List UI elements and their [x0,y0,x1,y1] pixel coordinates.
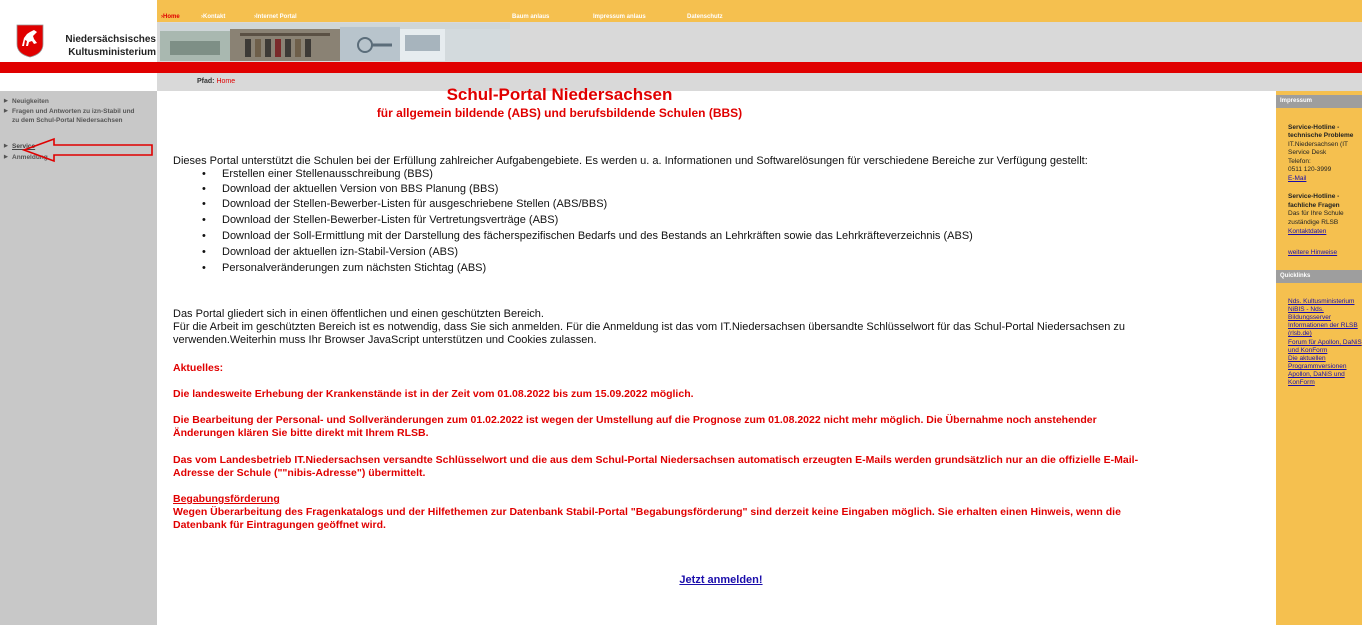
news-item-3-line2: Adresse der Schule (""nibis-Adresse") üb… [173,467,426,479]
list-item: Download der Soll-Ermittlung mit der Dar… [222,230,973,242]
left-sidebar [0,91,157,625]
kontaktdaten-link[interactable]: Kontaktdaten [1288,228,1362,237]
bullet-marker: • [202,198,206,210]
nav-internet-portal-link[interactable]: ›Internet Portal [254,12,297,22]
top-navigation: ›Home ›Kontakt ›Internet Portal Baum anl… [157,12,1362,22]
bullet-marker: • [202,262,206,274]
red-divider-bar [0,62,1362,73]
begabung-text-line1: Wegen Überarbeitung des Fragenkatalogs u… [173,506,1121,518]
logo-line2: Kultusministerium [68,47,156,58]
weitere-hinweise-link[interactable]: weitere Hinweise [1288,249,1362,258]
logo-line1: Niedersächsisches [65,34,156,45]
breadcrumb-home-link[interactable]: Home [216,78,235,85]
news-item-1: Die landesweite Erhebung der Krankenstän… [173,388,694,400]
portal-text-line3: verwenden.Weiterhin muss Ihr Browser Jav… [173,334,597,346]
news-item-2-line1: Die Bearbeitung der Personal- und Sollve… [173,414,1097,426]
breadcrumb-label: Pfad: [197,78,215,85]
quicklinks-header: Quicklinks [1276,270,1362,283]
bullet-marker: • [202,246,206,258]
email-link[interactable]: E-Mail [1288,175,1362,184]
list-item: Erstellen einer Stellenausschreibung (BB… [222,168,433,180]
logo-text: Niedersächsisches Kultusministerium [60,33,156,59]
hotline1-phone: 0511 120-3999 [1288,166,1332,173]
hotline1-line2: technische Probleme [1288,132,1354,139]
page-subtitle: für allgemein bildende (ABS) und berufsb… [376,106,743,120]
portal-text-line1: Das Portal gliedert sich in einen öffent… [173,308,544,320]
list-item: Download der aktuellen izn-Stabil-Versio… [222,246,459,258]
header-banner [157,22,1362,62]
news-item-3-line1: Das vom Landesbetrieb IT.Niedersachsen v… [173,454,1139,466]
nav-kontakt-link[interactable]: ›Kontakt [201,12,225,22]
list-item: Download der Stellen-Bewerber-Listen für… [222,198,608,210]
banner-photo-collage [160,23,510,61]
crest-icon [16,24,44,58]
nav-impressum-link[interactable]: Impressum anlaus [593,12,646,22]
login-now-link[interactable]: Jetzt anmelden! [679,574,762,586]
quicklink-konform-2[interactable]: KonForm [1288,379,1362,388]
bullet-marker: • [202,168,206,180]
bullet-marker: • [202,214,206,226]
list-item: Download der aktuellen Version von BBS P… [222,183,499,195]
hotline2-line1: Service-Hotline - [1288,193,1340,200]
list-item: Download der Stellen-Bewerber-Listen für… [222,214,559,226]
nav-home-link[interactable]: ›Home [161,12,180,22]
quicklink-rlsb-de[interactable]: (rlsb.de) [1288,330,1362,339]
begabung-heading-link[interactable]: Begabungsförderung [173,493,1258,506]
annotation-arrow-icon [22,137,153,163]
nav-datenschutz-link[interactable]: Datenschutz [687,12,723,22]
hotline1-line4: Service Desk [1288,149,1327,156]
hotline2-line4: zuständige RLSB [1288,219,1339,226]
begabung-text-line2: Datenbank für Eintragungen geöffnet wird… [173,519,386,531]
intro-text: Dieses Portal unterstützt die Schulen be… [173,155,1088,167]
impressum-header: Impressum [1276,95,1362,108]
list-item: Personalveränderungen zum nächsten Stich… [222,262,487,274]
login-now-wrapper: Jetzt anmelden! [0,574,1362,586]
portal-text-line2: Für die Arbeit im geschützten Bereich is… [173,321,1125,333]
right-sidebar: Impressum Service-Hotline - technische P… [1276,91,1362,625]
page-title: Schul-Portal Niedersachsen [446,85,673,104]
nav-baum-link[interactable]: Baum anlaus [512,12,549,22]
bullet-marker: • [202,230,206,242]
aktuelles-heading: Aktuelles: [173,362,224,374]
hotline2-line3: Das für Ihre Schule [1288,210,1344,217]
news-item-2-line2: Änderungen klären Sie bitte direkt mit I… [173,427,429,439]
bullet-marker: • [202,183,206,195]
banner-top-strip [157,0,1362,12]
